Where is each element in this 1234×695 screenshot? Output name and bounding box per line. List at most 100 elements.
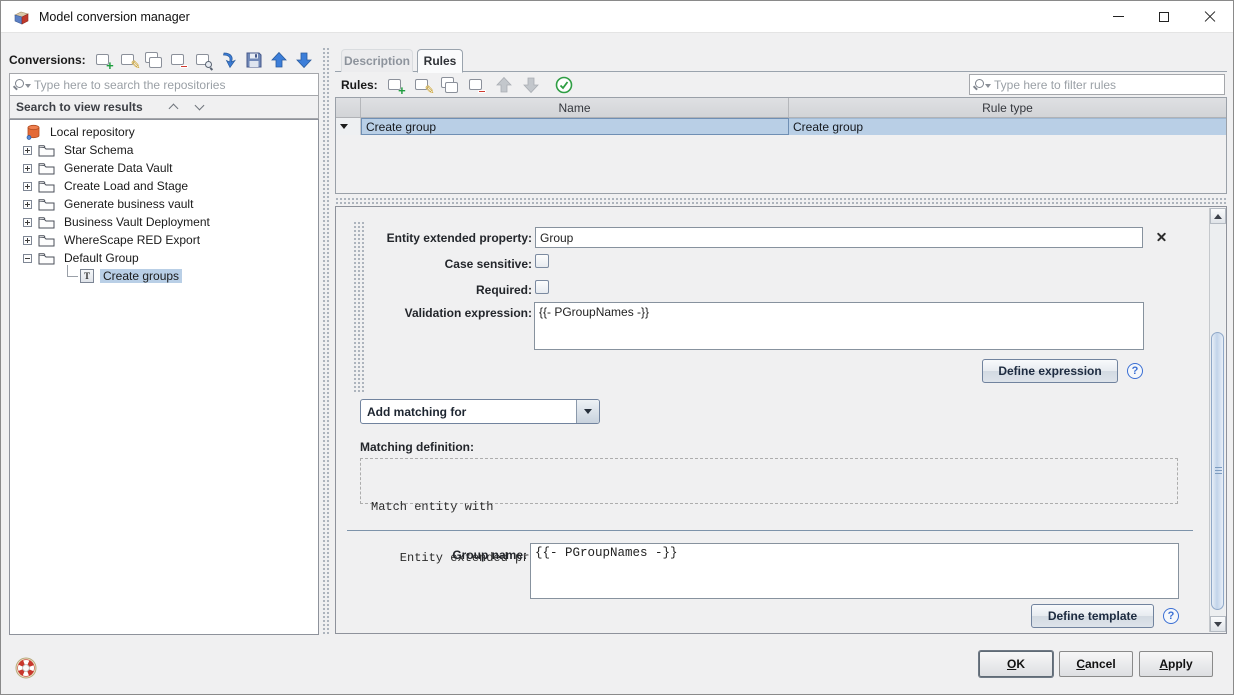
- repository-search-input[interactable]: [32, 78, 318, 92]
- help-expression-icon[interactable]: ?: [1127, 363, 1143, 379]
- table-row-selected[interactable]: Create group Create group: [336, 118, 1226, 135]
- form-scrollbar-thumb[interactable]: [1211, 332, 1224, 610]
- close-button[interactable]: [1187, 1, 1233, 32]
- import-conversion-icon[interactable]: [220, 51, 238, 69]
- validate-rules-icon[interactable]: [555, 76, 573, 94]
- copy-rule-icon[interactable]: [441, 76, 459, 94]
- dropdown-arrow-button[interactable]: [576, 400, 599, 423]
- tree-item-folder[interactable]: Generate Data Vault: [10, 159, 318, 177]
- group-name-input[interactable]: {{- PGroupNames -}}: [530, 543, 1179, 599]
- expand-icon[interactable]: [23, 200, 32, 209]
- new-conversion-icon[interactable]: +: [95, 51, 113, 69]
- tab-description[interactable]: Description: [341, 49, 413, 72]
- titlebar: Model conversion manager: [1, 1, 1233, 33]
- expand-icon[interactable]: [23, 236, 32, 245]
- tree-item-rule-selected[interactable]: T Create groups: [10, 267, 318, 285]
- required-checkbox[interactable]: [535, 280, 549, 294]
- matching-definition-box: Match entity with Entity extended proper…: [360, 458, 1178, 504]
- move-down-icon[interactable]: [295, 51, 313, 69]
- rule-type-cell[interactable]: Create group: [789, 118, 1226, 135]
- case-sensitive-label: Case sensitive:: [356, 257, 532, 271]
- column-name[interactable]: Name: [361, 98, 789, 117]
- matching-definition-label: Matching definition:: [360, 440, 560, 454]
- tree-item-folder[interactable]: Star Schema: [10, 141, 318, 159]
- entity-extended-property-input[interactable]: [535, 227, 1143, 248]
- help-template-icon[interactable]: ?: [1163, 608, 1179, 624]
- chevron-down-icon: [584, 409, 592, 414]
- collapse-icon[interactable]: [23, 254, 32, 263]
- horizontal-splitter[interactable]: [335, 197, 1227, 205]
- folder-icon: [38, 234, 55, 247]
- search-results-label: Search to view results: [16, 100, 143, 114]
- conversions-toolbar: Conversions: + ✎: [9, 47, 319, 73]
- new-rule-icon[interactable]: +: [387, 76, 405, 94]
- add-matching-for-dropdown[interactable]: Add matching for: [360, 399, 600, 424]
- row-arrow-icon: [340, 124, 348, 129]
- rule-detail-form: Entity extended property: Case sensitive…: [335, 206, 1227, 634]
- rules-filter-box: [969, 74, 1225, 95]
- delete-rule-icon[interactable]: [468, 76, 486, 94]
- ok-button[interactable]: OK: [979, 651, 1053, 677]
- filter-icon: [970, 77, 992, 93]
- conversions-toolbar-label: Conversions:: [9, 53, 86, 67]
- row-selector-column: [336, 98, 361, 117]
- rules-table: Name Rule type Create group Create group: [335, 97, 1227, 194]
- repository-search-box: [9, 73, 319, 96]
- next-result-icon[interactable]: [195, 104, 205, 111]
- edit-rule-icon[interactable]: ✎: [414, 76, 432, 94]
- apply-button[interactable]: Apply: [1139, 651, 1213, 677]
- help-lifebuoy-icon[interactable]: [15, 657, 37, 679]
- repository-icon: [26, 124, 41, 140]
- required-label: Required:: [356, 283, 532, 297]
- tree-item-folder[interactable]: WhereScape RED Export: [10, 231, 318, 249]
- move-rule-down-icon: [522, 76, 540, 94]
- remove-match-icon[interactable]: [1155, 230, 1168, 243]
- form-scrollbar[interactable]: [1209, 208, 1225, 632]
- save-conversions-icon[interactable]: [245, 51, 263, 69]
- search-icon: [10, 77, 32, 93]
- row-selector-cell[interactable]: [336, 118, 361, 135]
- entity-extended-property-label: Entity extended property:: [356, 231, 532, 245]
- tab-rules[interactable]: Rules: [417, 49, 463, 73]
- case-sensitive-checkbox[interactable]: [535, 254, 549, 268]
- rules-toolbar-label: Rules:: [341, 78, 378, 92]
- app-icon: [13, 9, 30, 26]
- vertical-splitter[interactable]: [322, 47, 331, 635]
- expand-icon[interactable]: [23, 218, 32, 227]
- expand-icon[interactable]: [23, 182, 32, 191]
- tree-item-folder[interactable]: Business Vault Deployment: [10, 213, 318, 231]
- group-name-label: Group name:: [356, 548, 527, 562]
- tree-item-folder[interactable]: Default Group: [10, 249, 318, 267]
- validation-expression-input[interactable]: {{- PGroupNames -}}: [534, 302, 1144, 350]
- folder-icon: [38, 162, 55, 175]
- minimize-button[interactable]: [1095, 1, 1141, 32]
- folder-icon: [38, 252, 55, 265]
- window-title: Model conversion manager: [39, 10, 190, 24]
- tree-item-repository[interactable]: Local repository: [10, 123, 318, 141]
- scroll-down-icon[interactable]: [1210, 616, 1226, 632]
- define-expression-button[interactable]: Define expression: [982, 359, 1118, 383]
- define-template-button[interactable]: Define template: [1031, 604, 1154, 628]
- cancel-button[interactable]: Cancel: [1059, 651, 1133, 677]
- folder-icon: [38, 144, 55, 157]
- copy-conversion-icon[interactable]: [145, 51, 163, 69]
- rules-filter-input[interactable]: [992, 78, 1224, 92]
- conversion-tree: Local repository Star Schema Generate Da…: [9, 119, 319, 635]
- folder-icon: [38, 216, 55, 229]
- scroll-up-icon[interactable]: [1210, 208, 1226, 224]
- expand-icon[interactable]: [23, 164, 32, 173]
- tree-item-folder[interactable]: Generate business vault: [10, 195, 318, 213]
- rule-name-cell[interactable]: Create group: [361, 118, 789, 135]
- rules-table-header: Name Rule type: [336, 98, 1226, 118]
- rule-type-icon: T: [80, 269, 94, 283]
- validation-expression-label: Validation expression:: [356, 306, 532, 320]
- column-rule-type[interactable]: Rule type: [789, 98, 1226, 117]
- move-up-icon[interactable]: [270, 51, 288, 69]
- delete-conversion-icon[interactable]: [170, 51, 188, 69]
- previous-result-icon[interactable]: [169, 104, 179, 111]
- maximize-button[interactable]: [1141, 1, 1187, 32]
- tree-item-folder[interactable]: Create Load and Stage: [10, 177, 318, 195]
- preview-conversion-icon[interactable]: [195, 51, 213, 69]
- expand-icon[interactable]: [23, 146, 32, 155]
- edit-conversion-icon[interactable]: ✎: [120, 51, 138, 69]
